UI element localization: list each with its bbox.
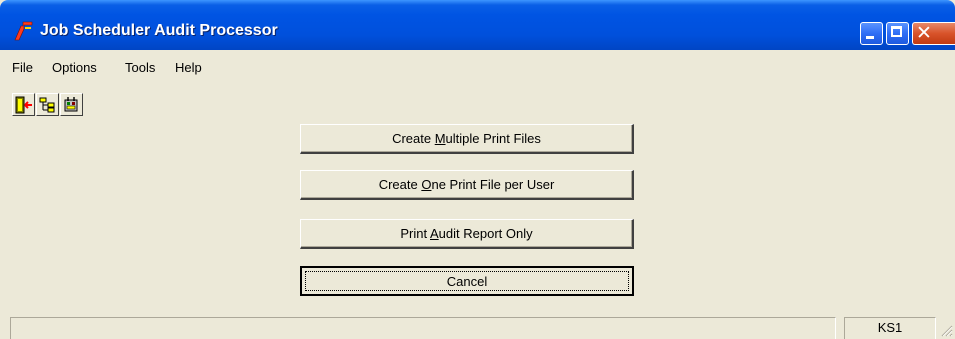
resize-grip-icon[interactable] bbox=[939, 323, 953, 337]
cancel-button[interactable]: Cancel bbox=[300, 266, 634, 296]
status-pane-message bbox=[10, 317, 836, 339]
minimize-button[interactable] bbox=[860, 22, 883, 45]
maximize-icon bbox=[891, 26, 902, 37]
menu-bar: File Options Tools Help bbox=[0, 54, 955, 80]
minimize-icon bbox=[866, 36, 874, 39]
window-title: Job Scheduler Audit Processor bbox=[40, 22, 278, 39]
close-icon: ✕ bbox=[916, 22, 932, 44]
toolbar-scheduler-button[interactable] bbox=[60, 93, 83, 116]
status-bar: KS1 bbox=[10, 317, 955, 339]
status-pane-server: KS1 bbox=[844, 317, 936, 339]
create-multiple-label: Create Multiple Print Files bbox=[392, 131, 541, 146]
tree-structure-icon bbox=[39, 97, 55, 113]
toolbar-tree-button[interactable] bbox=[36, 93, 59, 116]
menu-options[interactable]: Options bbox=[52, 60, 97, 75]
maximize-button[interactable] bbox=[886, 22, 909, 45]
create-per-user-label: Create One Print File per User bbox=[378, 177, 555, 192]
close-button[interactable]: ✕ bbox=[912, 22, 955, 45]
menu-help[interactable]: Help bbox=[175, 60, 202, 75]
menu-file[interactable]: File bbox=[12, 60, 33, 75]
toolbar-exit-button[interactable] bbox=[12, 93, 35, 116]
print-audit-report-only-button[interactable]: Print Audit Report Only bbox=[300, 219, 634, 249]
exit-door-icon bbox=[15, 96, 32, 114]
scheduler-tool-icon bbox=[64, 97, 78, 112]
title-bar[interactable]: Job Scheduler Audit Processor ✕ bbox=[0, 0, 955, 50]
menu-tools[interactable]: Tools bbox=[125, 60, 155, 75]
create-multiple-print-files-button[interactable]: Create Multiple Print Files bbox=[300, 124, 634, 154]
main-window: Job Scheduler Audit Processor ✕ File Opt… bbox=[0, 0, 955, 339]
create-one-print-file-per-user-button[interactable]: Create One Print File per User bbox=[300, 170, 634, 200]
cancel-label: Cancel bbox=[446, 274, 488, 289]
app-icon bbox=[14, 21, 33, 41]
print-audit-label: Print Audit Report Only bbox=[400, 226, 533, 241]
